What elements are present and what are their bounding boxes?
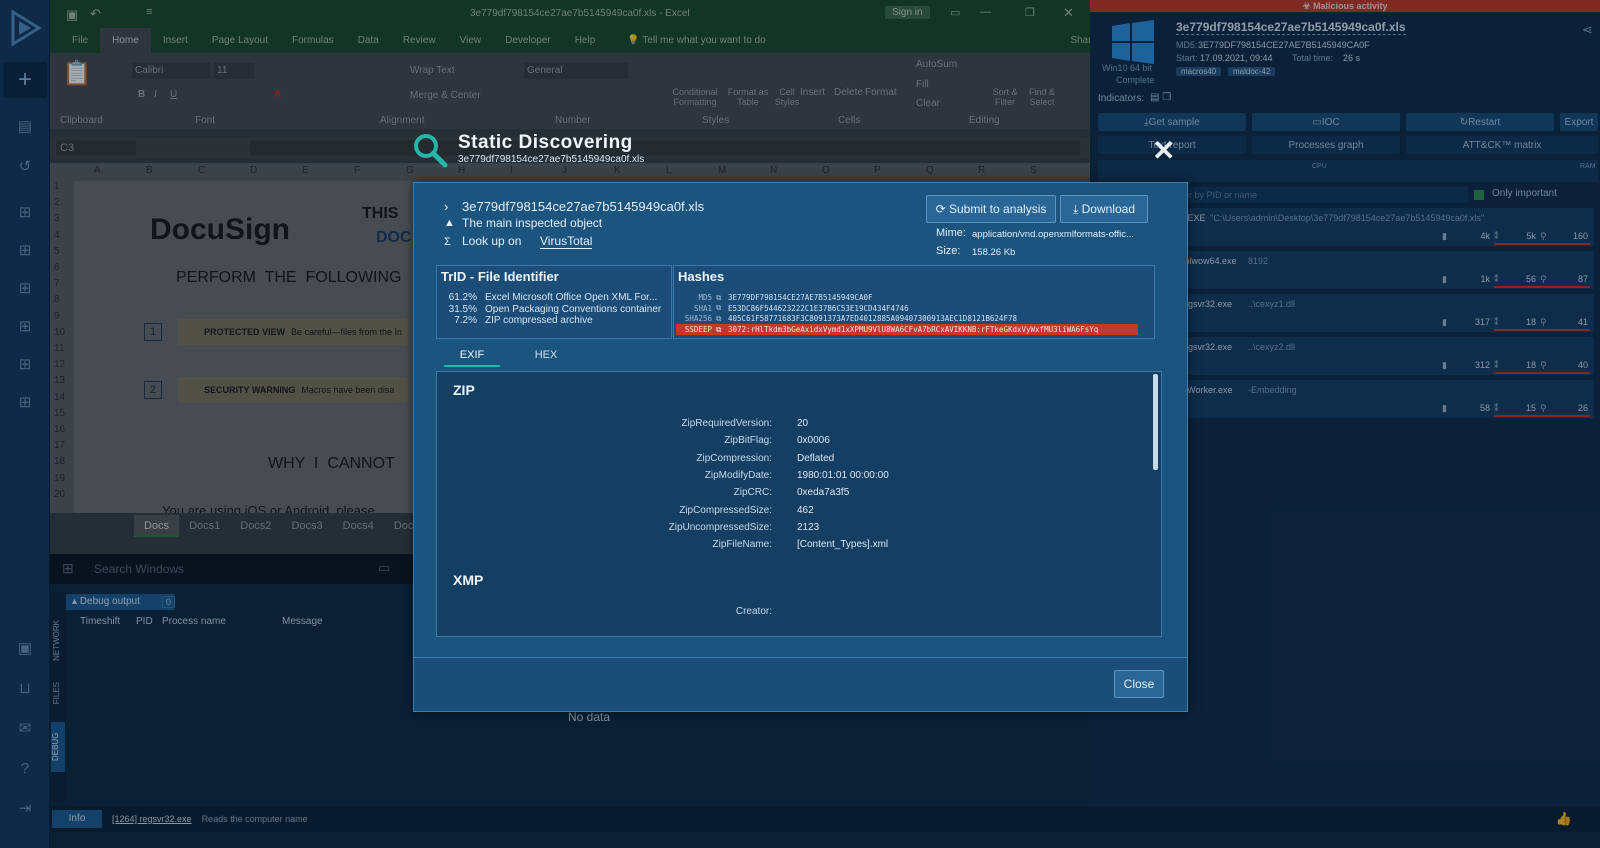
exif-value: 0x0006	[797, 435, 830, 447]
exif-key: ZipBitFlag:	[724, 435, 772, 447]
modal-subheading: 3e779df798154ce27ae7b5145949ca0f.xls	[458, 154, 645, 165]
detail-tabs: EXIF HEX	[436, 343, 1166, 369]
exif-key: ZipFileName:	[712, 539, 772, 551]
hash-type: SHA256	[684, 314, 712, 324]
lookup-prefix: Look up on	[462, 234, 522, 248]
size-label: Size:	[936, 245, 961, 257]
exif-key: ZipCompressedSize:	[679, 504, 772, 516]
modal-heading: Static Discovering	[458, 132, 633, 153]
hash-value: 405C61F58771683F3C8091373A7ED4012885A094…	[728, 314, 1017, 324]
close-label: Close	[1123, 677, 1155, 691]
exif-content[interactable]: ZIP ZipRequiredVersion: 20 ZipBitFlag: 0x00…	[436, 371, 1162, 637]
trid-description: Excel Microsoft Office Open XML For...	[485, 292, 658, 303]
copy-icon[interactable]: ⧉	[716, 314, 728, 324]
trid-panel: TrID - File Identifier 61.2% Excel Micros…	[436, 265, 672, 339]
hash-value: 3072:rHlTkdm3bGeAxidxVymd1xXPMU9VlU8WA6C…	[728, 325, 1099, 335]
chevron-right-icon[interactable]: ›	[444, 199, 448, 214]
exif-key: ZipCompression:	[696, 452, 772, 464]
tab-hex[interactable]: HEX	[518, 345, 574, 367]
virustotal-icon: Σ	[444, 236, 451, 248]
trid-description: ZIP compressed archive	[485, 315, 593, 326]
trid-title: TrID - File Identifier	[441, 269, 559, 284]
exif-value: 20	[797, 418, 809, 429]
exif-key: ZipRequiredVersion:	[681, 418, 772, 429]
hash-type: MD5	[698, 293, 712, 302]
trid-row: 61.2% Excel Microsoft Office Open XML For…	[443, 292, 658, 303]
trid-percent: 61.2%	[448, 292, 477, 303]
submit-analysis-button[interactable]: ⟳ Submit to analysis	[926, 195, 1056, 223]
hashes-panel: Hashes MD5 ⧉ 3E779DF798154CE27AE7B5145949C…	[673, 265, 1155, 339]
zip-section-title: ZIP	[453, 382, 475, 398]
static-discovering-modal: › 3e779df798154ce27ae7b5145949ca0f.xls ▲…	[413, 182, 1188, 712]
close-icon[interactable]: ✕	[1152, 134, 1175, 167]
main-object-text: The main inspected object	[462, 216, 603, 230]
warning-icon: ▲	[444, 217, 455, 229]
trid-row: 7.2% ZIP compressed archive	[443, 315, 593, 326]
hash-row: MD5 ⧉ 3E779DF798154CE27AE7B5145949CA0F	[676, 292, 1152, 303]
exif-value: [Content_Types].xml	[797, 539, 889, 551]
hash-type: SHA1	[693, 303, 712, 313]
file-summary: › 3e779df798154ce27ae7b5145949ca0f.xls ▲…	[436, 195, 1166, 267]
virustotal-link[interactable]: VirusTotal	[540, 234, 593, 249]
copy-icon[interactable]: ⧉	[716, 303, 728, 313]
hash-value: 3E779DF798154CE27AE7B5145949CA0F	[728, 293, 873, 302]
exif-value: 2123	[797, 521, 820, 533]
trid-percent: 7.2%	[454, 315, 477, 326]
exif-key: ZipModifyDate:	[704, 469, 772, 481]
mime-value: application/vnd.openxmlformats-offic...	[972, 229, 1134, 240]
copy-icon[interactable]: ⧉	[716, 325, 728, 335]
xmp-section-title: XMP	[453, 572, 484, 588]
tab-exif[interactable]: EXIF	[444, 345, 500, 367]
static-discovering-header: Static Discovering 3e779df798154ce27ae7b…	[412, 132, 812, 172]
hash-row: SHA256 ⧉ 405C61F58771683F3C8091373A7ED4012…	[676, 313, 1152, 324]
exif-value: 462	[797, 504, 814, 516]
download-label: Download	[1081, 202, 1135, 216]
exif-key: Creator:	[735, 606, 772, 617]
exif-key: ZipUncompressedSize:	[668, 521, 772, 533]
hash-type: SSDEEP	[684, 325, 712, 335]
download-button[interactable]: ⤓ Download	[1060, 195, 1148, 223]
exif-value: Deflated	[797, 452, 835, 464]
exif-value: 0xeda7a3f5	[797, 487, 850, 499]
modal-footer: Close	[414, 657, 1187, 711]
file-name: 3e779df798154ce27ae7b5145949ca0f.xls	[462, 199, 705, 214]
hash-row: SHA1 ⧉ E53DC86F544623222C1E37B6C53E19CD434…	[676, 303, 1152, 314]
exif-key: ZipCRC:	[733, 487, 772, 499]
mime-label: Mime:	[936, 227, 966, 239]
close-button[interactable]: Close	[1114, 670, 1164, 698]
hash-value: E53DC86F544623222C1E37B6C53E19CD434F4746	[728, 303, 909, 313]
hash-row: SSDEEP ⧉ 3072:rHlTkdm3bGeAxidxVymd1xXPMU9V…	[676, 324, 1138, 336]
copy-icon[interactable]: ⧉	[716, 293, 728, 303]
size-value: 158.26 Kb	[972, 247, 1016, 258]
exif-scrollbar[interactable]	[1153, 374, 1158, 470]
hashes-title: Hashes	[678, 269, 725, 284]
submit-analysis-label: Submit to analysis	[949, 202, 1047, 216]
trid-description: Open Packaging Conventions container	[485, 303, 662, 315]
magnifier-icon	[412, 132, 448, 168]
trid-row: 31.5% Open Packaging Conventions containe…	[443, 303, 662, 315]
exif-value: 1980:01:01 00:00:00	[797, 469, 889, 481]
trid-percent: 31.5%	[448, 303, 477, 315]
